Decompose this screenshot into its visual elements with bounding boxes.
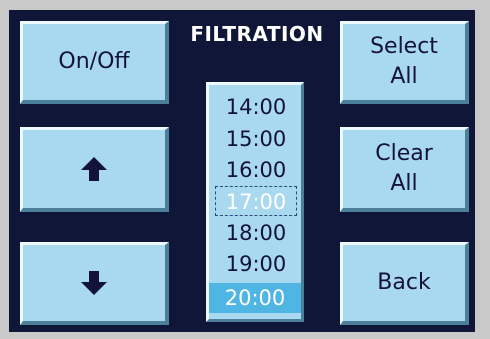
device-bezel: On/Off FILTRATION 14:00 15:00 16:00 17:0… <box>0 0 490 339</box>
time-list-item[interactable]: 15:00 <box>215 124 297 154</box>
back-button[interactable]: Back <box>340 242 469 325</box>
back-label: Back <box>377 270 431 295</box>
time-list-item-selected[interactable]: 20:00 <box>209 283 301 313</box>
select-all-button[interactable]: Select All <box>340 21 469 104</box>
time-list[interactable]: 14:00 15:00 16:00 17:00 18:00 19:00 20:0… <box>206 82 304 322</box>
on-off-label: On/Off <box>58 49 130 74</box>
time-list-item[interactable]: 19:00 <box>215 249 297 279</box>
time-list-item[interactable]: 16:00 <box>215 155 297 185</box>
time-list-item[interactable]: 14:00 <box>215 92 297 122</box>
select-all-label: Select All <box>370 34 438 89</box>
clear-all-label: Clear All <box>375 141 433 196</box>
arrow-up-icon <box>81 157 107 181</box>
arrow-down-icon <box>81 271 107 295</box>
clear-all-button[interactable]: Clear All <box>340 127 469 212</box>
time-list-item-focused[interactable]: 17:00 <box>215 186 297 216</box>
time-list-item[interactable]: 18:00 <box>215 218 297 248</box>
on-off-button[interactable]: On/Off <box>20 21 169 104</box>
scroll-down-button[interactable] <box>20 242 169 325</box>
screen-title: FILTRATION <box>190 22 324 46</box>
touch-screen: On/Off FILTRATION 14:00 15:00 16:00 17:0… <box>9 10 475 332</box>
scroll-up-button[interactable] <box>20 127 169 212</box>
